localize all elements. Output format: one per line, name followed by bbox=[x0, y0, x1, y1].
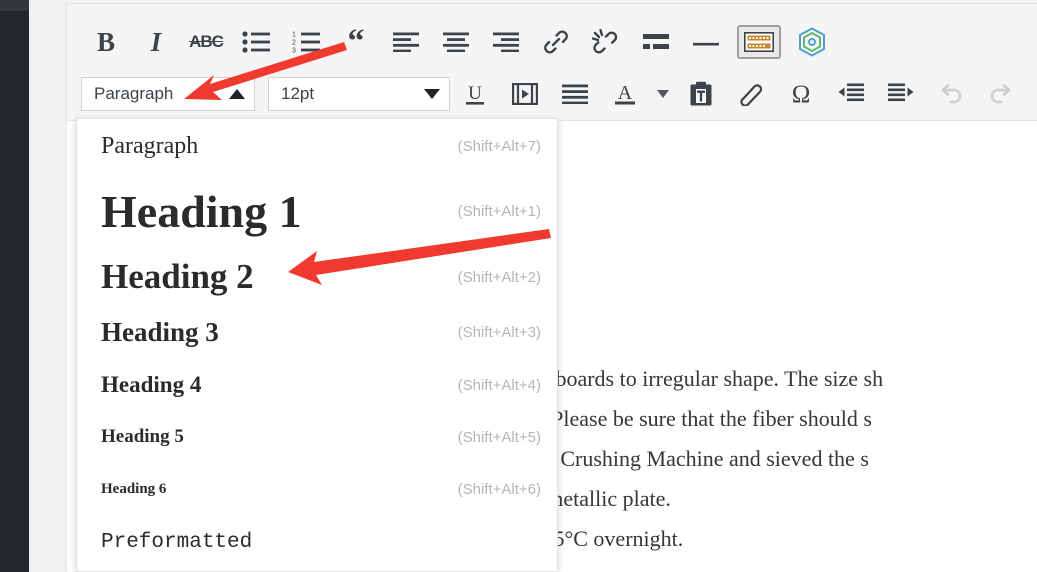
menu-item-label: Heading 4 bbox=[101, 372, 202, 397]
undo-icon[interactable] bbox=[926, 72, 976, 116]
paragraph-format-value: Paragraph bbox=[94, 84, 174, 103]
addon-hexagon-icon[interactable] bbox=[787, 20, 837, 64]
font-size-select[interactable]: 12pt bbox=[268, 77, 450, 111]
document-line: d on a metallic plate. bbox=[487, 486, 671, 511]
menu-item-label: Heading 2 bbox=[101, 257, 254, 296]
toolbar-row-primary: B I ABC 1 2 3 “ — bbox=[67, 18, 1037, 66]
strikethrough-glyph: ABC bbox=[189, 32, 224, 51]
svg-text:1: 1 bbox=[292, 32, 296, 39]
admin-sidebar-rail[interactable] bbox=[0, 0, 29, 572]
menu-item-heading-6[interactable]: Heading 6 (Shift+Alt+6) bbox=[77, 463, 557, 515]
chevron-up-icon bbox=[229, 89, 245, 99]
paragraph-format-select[interactable]: Paragraph bbox=[81, 77, 255, 111]
horizontal-rule-icon[interactable]: — bbox=[681, 20, 731, 64]
underline-icon[interactable]: U bbox=[450, 72, 500, 116]
menu-item-heading-4[interactable]: Heading 4 (Shift+Alt+4) bbox=[77, 359, 557, 411]
increase-indent-icon[interactable] bbox=[876, 72, 926, 116]
admin-top-bar[interactable] bbox=[0, 0, 29, 11]
menu-item-paragraph[interactable]: Paragraph (Shift+Alt+7) bbox=[77, 119, 557, 173]
align-center-icon[interactable] bbox=[431, 20, 481, 64]
special-character-icon[interactable]: Ω bbox=[776, 72, 826, 116]
chevron-down-small-icon bbox=[657, 90, 669, 98]
menu-item-heading-3[interactable]: Heading 3 (Shift+Alt+3) bbox=[77, 305, 557, 359]
menu-item-label: Heading 6 bbox=[101, 480, 167, 497]
text-color-dropdown-icon[interactable] bbox=[650, 72, 676, 116]
bullet-list-icon[interactable] bbox=[231, 20, 281, 64]
svg-text:3: 3 bbox=[292, 48, 296, 54]
document-line: x MgO boards to irregular shape. The siz… bbox=[487, 366, 884, 391]
blockquote-glyph: “ bbox=[347, 22, 365, 60]
menu-item-heading-2[interactable]: Heading 2 (Shift+Alt+2) bbox=[77, 249, 557, 305]
paragraph-format-menu[interactable]: Paragraph (Shift+Alt+7) Heading 1 (Shift… bbox=[76, 118, 558, 572]
document-line: put into Crushing Machine and sieved the… bbox=[487, 446, 869, 471]
blockquote-icon[interactable]: “ bbox=[331, 20, 381, 64]
clear-formatting-icon[interactable] bbox=[726, 72, 776, 116]
menu-item-heading-5[interactable]: Heading 5 (Shift+Alt+5) bbox=[77, 411, 557, 463]
read-more-icon[interactable] bbox=[631, 20, 681, 64]
menu-item-shortcut: (Shift+Alt+6) bbox=[457, 480, 541, 498]
menu-item-shortcut: (Shift+Alt+7) bbox=[457, 137, 541, 155]
menu-item-shortcut: (Shift+Alt+1) bbox=[457, 202, 541, 220]
document-line: ic bag. Please be sure that the fiber sh… bbox=[487, 406, 872, 431]
remove-link-icon[interactable] bbox=[581, 20, 631, 64]
menu-item-preformatted[interactable]: Preformatted bbox=[77, 515, 557, 569]
hr-glyph: — bbox=[693, 27, 719, 57]
menu-item-label: Heading 5 bbox=[101, 426, 184, 447]
font-size-value: 12pt bbox=[281, 84, 315, 103]
bold-icon[interactable]: B bbox=[81, 20, 131, 64]
svg-text:U: U bbox=[468, 83, 482, 104]
justify-icon[interactable] bbox=[550, 72, 600, 116]
svg-text:A: A bbox=[618, 82, 633, 104]
document-line: at 105±5°C overnight. bbox=[487, 526, 684, 551]
decrease-indent-icon[interactable] bbox=[826, 72, 876, 116]
menu-item-label: Preformatted bbox=[101, 530, 253, 554]
menu-item-shortcut: (Shift+Alt+3) bbox=[457, 323, 541, 341]
editor-toolbar: B I ABC 1 2 3 “ — Paragraph 12pt U A Ω bbox=[67, 4, 1037, 121]
toggle-toolbar-icon[interactable] bbox=[737, 25, 781, 59]
toolbar-row-secondary: Paragraph 12pt U A Ω bbox=[67, 70, 1037, 118]
strikethrough-icon[interactable]: ABC bbox=[181, 20, 231, 64]
menu-item-shortcut: (Shift+Alt+5) bbox=[457, 428, 541, 446]
menu-item-shortcut: (Shift+Alt+2) bbox=[457, 268, 541, 286]
chevron-down-icon bbox=[424, 89, 440, 99]
menu-item-label: Paragraph bbox=[101, 132, 199, 159]
italic-glyph: I bbox=[150, 26, 162, 57]
insert-media-icon[interactable] bbox=[500, 72, 550, 116]
align-right-icon[interactable] bbox=[481, 20, 531, 64]
help-icon[interactable] bbox=[1026, 72, 1037, 116]
redo-icon[interactable] bbox=[976, 72, 1026, 116]
svg-text:2: 2 bbox=[292, 40, 296, 47]
text-color-icon[interactable]: A bbox=[600, 72, 650, 116]
bold-glyph: B bbox=[96, 26, 115, 57]
omega-glyph: Ω bbox=[791, 80, 811, 108]
menu-item-label: Heading 1 bbox=[101, 185, 302, 237]
align-left-icon[interactable] bbox=[381, 20, 431, 64]
italic-icon[interactable]: I bbox=[131, 20, 181, 64]
menu-item-shortcut: (Shift+Alt+4) bbox=[457, 376, 541, 394]
menu-item-heading-1[interactable]: Heading 1 (Shift+Alt+1) bbox=[77, 173, 557, 249]
screen-root: B I ABC 1 2 3 “ — Paragraph 12pt U A Ω x… bbox=[0, 0, 1037, 572]
numbered-list-icon[interactable]: 1 2 3 bbox=[281, 20, 331, 64]
menu-item-label: Heading 3 bbox=[101, 316, 219, 347]
document-paragraphs: x MgO boards to irregular shape. The siz… bbox=[487, 359, 1037, 559]
insert-link-icon[interactable] bbox=[531, 20, 581, 64]
paste-as-text-icon[interactable] bbox=[676, 72, 726, 116]
